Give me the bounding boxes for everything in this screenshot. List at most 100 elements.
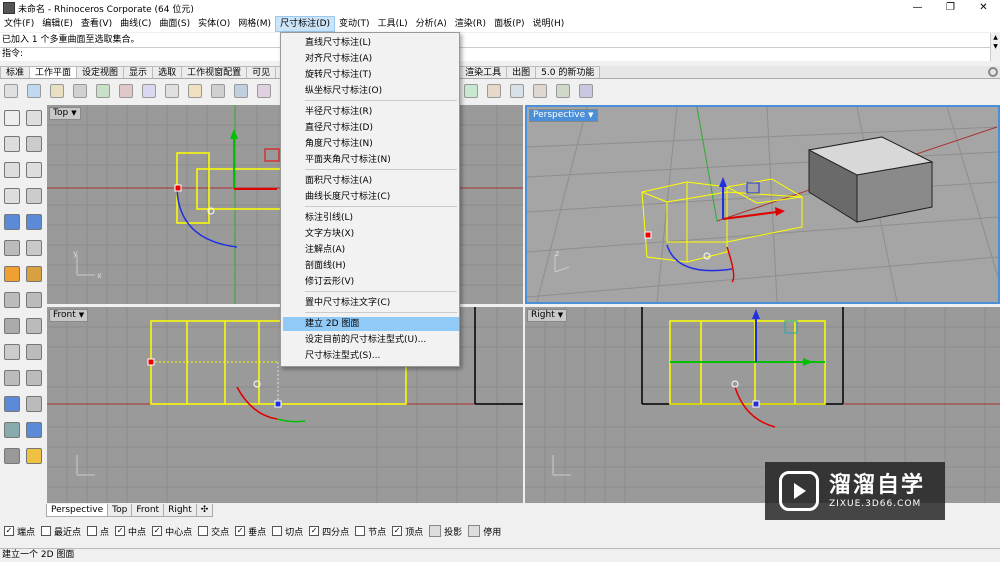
menu-item[interactable]: 面板(P): [490, 16, 528, 32]
checkbox[interactable]: ✓: [392, 526, 403, 536]
menu-item[interactable]: 实体(O): [194, 16, 234, 32]
osnap-item[interactable]: ✓ 端点: [4, 525, 35, 538]
dropdown-menu-item[interactable]: 文字方块(X): [283, 227, 459, 241]
left-tool-icon[interactable]: [26, 292, 42, 308]
toolbar-tool-icon[interactable]: [119, 84, 133, 98]
left-tool-icon[interactable]: [4, 292, 20, 308]
dropdown-menu-item[interactable]: 设定目前的尺寸标注型式(U)...: [283, 333, 459, 347]
viewport-tab[interactable]: Perspective: [46, 504, 109, 517]
close-button[interactable]: ✕: [967, 0, 1000, 16]
command-scroll-arrows[interactable]: ▲ ▼: [990, 33, 1000, 61]
left-tool-icon[interactable]: [26, 188, 42, 204]
dropdown-menu-item[interactable]: 对齐尺寸标注(A): [283, 52, 459, 66]
command-line[interactable]: 指令:: [0, 47, 990, 61]
toolbar-tab[interactable]: 5.0 的新功能: [535, 66, 601, 78]
left-tool-icon[interactable]: [26, 110, 42, 126]
left-tool-icon[interactable]: [26, 370, 42, 386]
checkbox[interactable]: [355, 526, 366, 536]
toolbar-tool-icon[interactable]: [487, 84, 501, 98]
dropdown-menu-item[interactable]: 建立 2D 图面: [283, 317, 459, 331]
left-tool-icon[interactable]: [4, 318, 20, 334]
menu-item[interactable]: 网格(M): [234, 16, 275, 32]
toolbar-tab[interactable]: 设定视图: [76, 66, 125, 78]
toolbar-tab[interactable]: 可见: [246, 66, 277, 78]
toolbar-tool-icon[interactable]: [533, 84, 547, 98]
osnap-item[interactable]: ✓ 垂点: [235, 525, 266, 538]
toolbar-tab[interactable]: 标准: [0, 66, 31, 78]
left-tool-icon[interactable]: [26, 266, 42, 282]
checkbox[interactable]: [198, 526, 209, 536]
left-tool-icon[interactable]: [4, 448, 20, 464]
dropdown-menu-item[interactable]: 尺寸标注型式(S)...: [283, 349, 459, 363]
left-tool-icon[interactable]: [4, 162, 20, 178]
menu-item[interactable]: 变动(T): [335, 16, 374, 32]
checkbox[interactable]: ✓: [152, 526, 163, 536]
dropdown-menu-item[interactable]: 角度尺寸标注(N): [283, 137, 459, 151]
toolbar-tool-icon[interactable]: [579, 84, 593, 98]
toolbar-tool-icon[interactable]: [73, 84, 87, 98]
checkbox[interactable]: [87, 526, 98, 536]
add-viewport-tab-icon[interactable]: ✣: [195, 504, 214, 517]
toolbar-tab[interactable]: 显示: [123, 66, 154, 78]
osnap-item[interactable]: 停用: [468, 525, 501, 538]
menu-item[interactable]: 工具(L): [374, 16, 412, 32]
dropdown-menu-item[interactable]: 修订云形(V): [283, 275, 459, 289]
dropdown-menu-item[interactable]: 剖面线(H): [283, 259, 459, 273]
left-tool-icon[interactable]: [26, 448, 42, 464]
left-tool-icon[interactable]: [26, 136, 42, 152]
left-tool-icon[interactable]: [4, 240, 20, 256]
menu-item[interactable]: 渲染(R): [451, 16, 490, 32]
dropdown-menu-item[interactable]: 标注引线(L): [283, 211, 459, 225]
toolbar-tab[interactable]: 工作平面: [29, 66, 78, 78]
viewport-perspective[interactable]: Perspective ▼ z: [525, 105, 1000, 304]
minimize-button[interactable]: —: [901, 0, 934, 16]
checkbox[interactable]: ✓: [235, 526, 246, 536]
osnap-item[interactable]: ✓ 四分点: [309, 525, 349, 538]
toolbar-tool-icon[interactable]: [234, 84, 248, 98]
viewport-label-perspective[interactable]: Perspective ▼: [529, 109, 598, 122]
viewport-tab[interactable]: Front: [131, 504, 165, 517]
dropdown-menu-item[interactable]: 旋转尺寸标注(T): [283, 68, 459, 82]
toolbar-tab[interactable]: 出图: [506, 66, 537, 78]
left-tool-icon[interactable]: [26, 214, 42, 230]
gear-icon[interactable]: [988, 67, 998, 77]
toolbar-tool-icon[interactable]: [257, 84, 271, 98]
toolbar-tab[interactable]: 渲染工具: [459, 66, 508, 78]
toolbar-tool-icon[interactable]: [142, 84, 156, 98]
toolbar-tool-icon[interactable]: [510, 84, 524, 98]
toolbar-tool-icon[interactable]: [188, 84, 202, 98]
left-tool-icon[interactable]: [4, 266, 20, 282]
checkbox[interactable]: ✓: [115, 526, 126, 536]
osnap-item[interactable]: ✓ 中点: [115, 525, 146, 538]
left-tool-icon[interactable]: [26, 396, 42, 412]
osnap-item[interactable]: 点: [87, 525, 109, 538]
toolbar-tab[interactable]: 选取: [152, 66, 183, 78]
left-tool-icon[interactable]: [4, 396, 20, 412]
dropdown-menu-item[interactable]: 平面夹角尺寸标注(N): [283, 153, 459, 167]
osnap-item[interactable]: 交点: [198, 525, 229, 538]
checkbox[interactable]: ✓: [309, 526, 320, 536]
osnap-item[interactable]: ✓ 顶点: [392, 525, 423, 538]
left-tool-icon[interactable]: [26, 240, 42, 256]
dropdown-menu-item[interactable]: 直线尺寸标注(L): [283, 36, 459, 50]
osnap-item[interactable]: 投影: [429, 525, 462, 538]
checkbox[interactable]: [272, 526, 283, 536]
dropdown-menu-item[interactable]: 纵坐标尺寸标注(O): [283, 84, 459, 98]
toolbar-tool-icon[interactable]: [4, 84, 18, 98]
osnap-item[interactable]: 节点: [355, 525, 386, 538]
left-tool-icon[interactable]: [26, 422, 42, 438]
dropdown-menu-item[interactable]: 直径尺寸标注(D): [283, 121, 459, 135]
dropdown-menu-item[interactable]: 半径尺寸标注(R): [283, 105, 459, 119]
menu-item[interactable]: 曲面(S): [155, 16, 194, 32]
toolbar-tool-icon[interactable]: [165, 84, 179, 98]
viewport-tab[interactable]: Top: [107, 504, 133, 517]
menu-item[interactable]: 编辑(E): [38, 16, 77, 32]
left-tool-icon[interactable]: [26, 162, 42, 178]
menu-item[interactable]: 分析(A): [412, 16, 451, 32]
dropdown-menu-item[interactable]: 置中尺寸标注文字(C): [283, 296, 459, 310]
toggle-button[interactable]: [429, 525, 442, 537]
toolbar-tool-icon[interactable]: [211, 84, 225, 98]
toolbar-tool-icon[interactable]: [50, 84, 64, 98]
left-tool-icon[interactable]: [26, 318, 42, 334]
left-tool-icon[interactable]: [4, 136, 20, 152]
